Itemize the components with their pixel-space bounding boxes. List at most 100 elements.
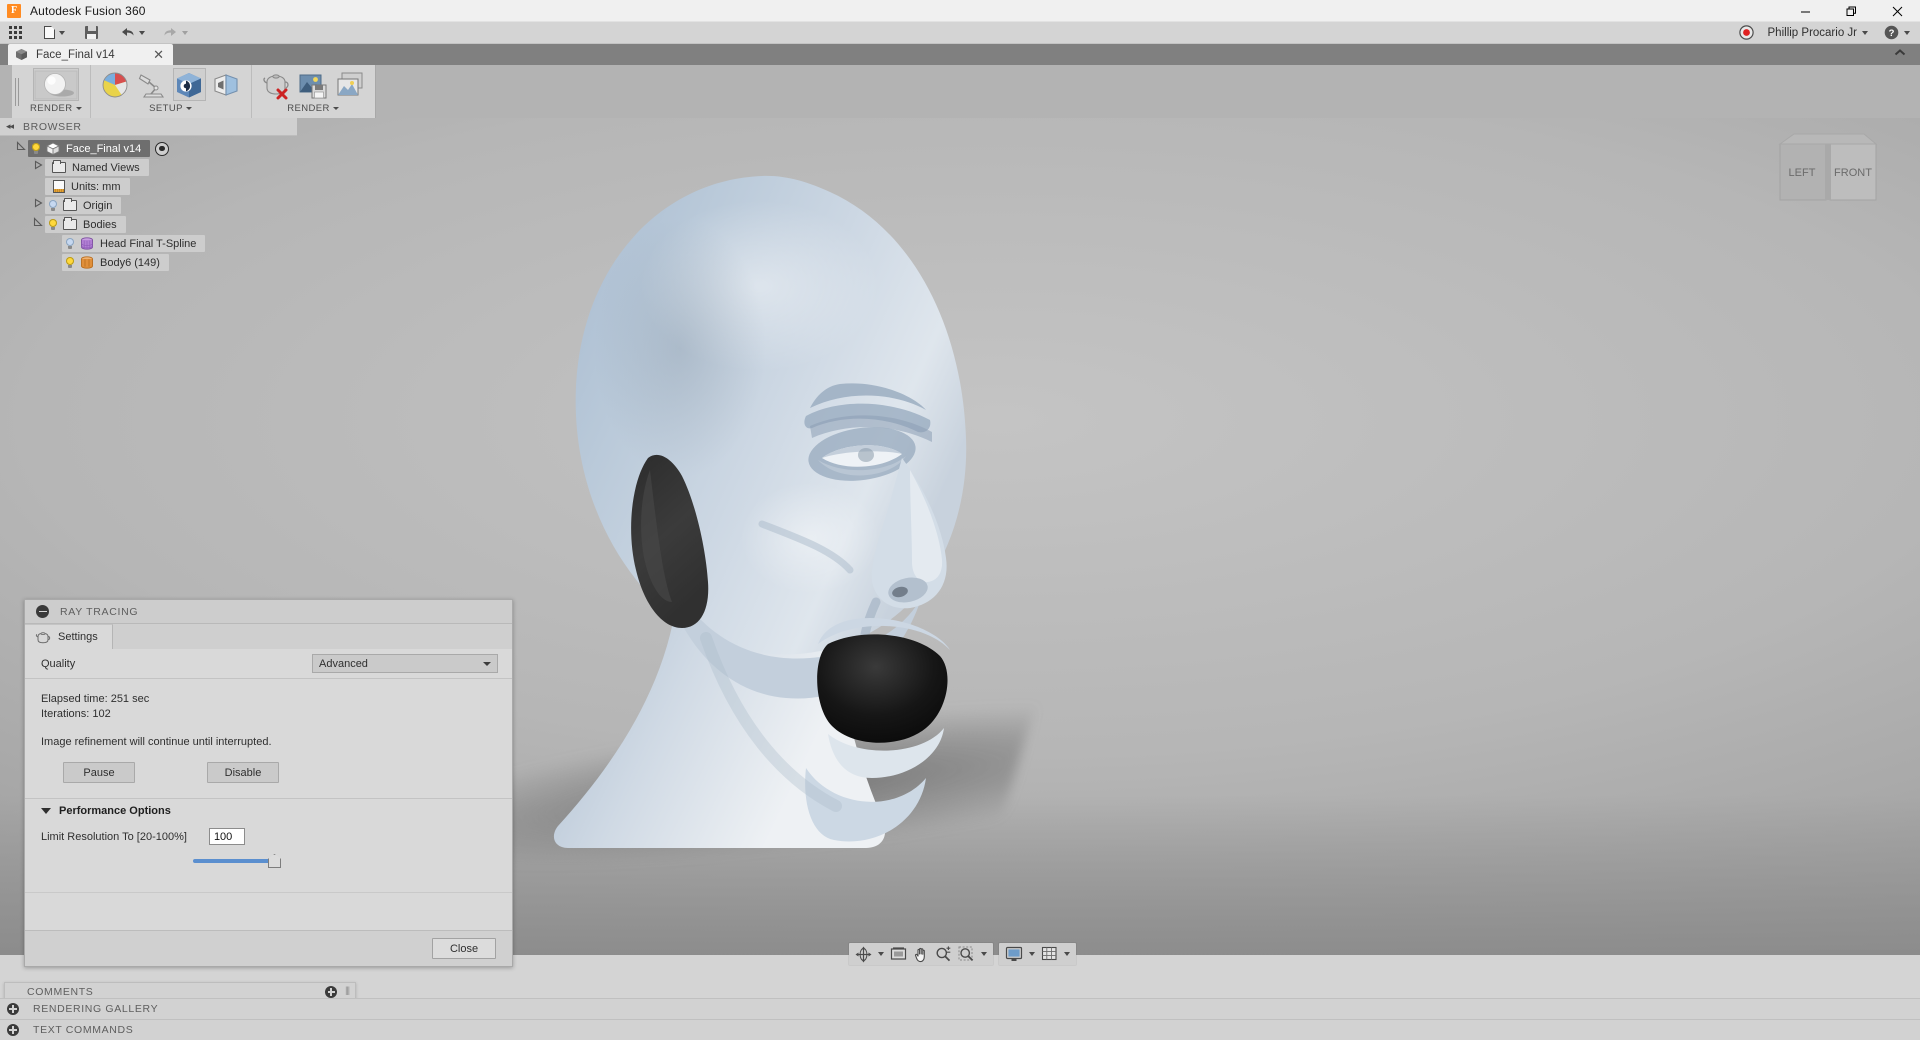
chevron-down-icon (332, 107, 339, 110)
ribbon-panel-label-setup[interactable]: SETUP (149, 103, 192, 114)
orbit-icon (855, 946, 872, 962)
collapse-browser-icon[interactable]: ◂◂ (6, 121, 14, 132)
visibility-bulb-icon[interactable] (45, 216, 60, 233)
redo-arrow-icon (163, 26, 178, 39)
chevron-down-icon (41, 807, 51, 814)
render-appearance-preview-button[interactable] (32, 68, 79, 101)
browser-tree-row[interactable]: Units: mm (45, 178, 130, 195)
display-settings-button[interactable] (1002, 944, 1038, 964)
browser-tree-label: Face_Final v14 (66, 142, 142, 155)
browser-tree-row[interactable]: Body6 (149) (62, 254, 169, 271)
browser-tree-row[interactable]: Head Final T-Spline (62, 235, 206, 252)
solid-body-icon (80, 256, 94, 269)
ribbon-panel-label-render-preview[interactable]: RENDER (30, 103, 82, 114)
visibility-bulb-icon[interactable] (62, 235, 77, 252)
view-cube-geometry: LEFT FRONT (1778, 133, 1878, 201)
dialog-spacer (25, 892, 512, 930)
ribbon-toolbar: RENDER SETUP RENDER (0, 65, 1920, 118)
look-at-button[interactable] (887, 944, 910, 964)
visibility-bulb-icon[interactable] (28, 140, 43, 157)
document-tab[interactable]: Face_Final v14 ✕ (8, 44, 173, 65)
browser-node-named-views[interactable]: Named Views (0, 158, 300, 177)
save-button[interactable] (80, 22, 103, 44)
browser-tree-row[interactable]: Bodies (45, 216, 126, 233)
tspline-body-icon (80, 237, 94, 250)
view-cube[interactable]: LEFT FRONT (1768, 128, 1888, 218)
scene-settings-button[interactable] (136, 68, 169, 101)
chevron-down-icon[interactable] (1862, 30, 1868, 35)
render-gallery-button[interactable] (334, 68, 367, 101)
fit-button[interactable] (955, 944, 990, 964)
record-dot-icon[interactable] (1738, 25, 1754, 40)
rendered-head-model[interactable] (510, 158, 1040, 898)
browser-tree-row[interactable]: Face_Final v14 (28, 140, 151, 157)
close-button[interactable] (1874, 0, 1920, 22)
file-menu-button[interactable] (39, 22, 70, 44)
image-gallery-icon (337, 72, 363, 95)
collapse-arrow-icon[interactable] (31, 196, 45, 215)
undo-button[interactable] (115, 22, 150, 44)
app-grid-button[interactable] (0, 22, 27, 44)
minus-circle-icon[interactable] (36, 605, 49, 618)
limit-resolution-input[interactable]: 100 (208, 828, 245, 845)
ribbon-panel-label-render[interactable]: RENDER (287, 103, 339, 114)
restore-button[interactable] (1828, 0, 1874, 22)
redo-button[interactable] (158, 22, 193, 44)
texture-map-controls-button[interactable] (210, 68, 243, 101)
plus-circle-icon[interactable] (7, 1003, 19, 1015)
fusion360-window: F Autodesk Fusion 360 Phillip Procario J… (0, 0, 1920, 1040)
activate-component-icon[interactable] (155, 141, 170, 156)
window-controls (1782, 0, 1920, 22)
disable-button[interactable]: Disable (207, 762, 279, 783)
limit-resolution-slider[interactable] (193, 854, 283, 868)
dialog-tab-bar: Settings (25, 624, 512, 649)
folder-icon (52, 160, 66, 173)
browser-node-document[interactable]: Face_Final v14 (0, 139, 300, 158)
plus-circle-icon[interactable] (325, 986, 338, 998)
slider-thumb[interactable] (268, 854, 281, 868)
chevron-down-icon[interactable] (1904, 30, 1910, 35)
browser-node-bodies[interactable]: Bodies (0, 215, 300, 234)
visibility-bulb-icon[interactable] (62, 254, 77, 271)
in-canvas-render-button[interactable] (260, 68, 293, 101)
expand-arrow-icon[interactable] (31, 215, 45, 234)
chevron-down-icon (139, 30, 145, 35)
browser-node-origin[interactable]: Origin (0, 196, 300, 215)
pause-button[interactable]: Pause (63, 762, 135, 783)
resize-grip-icon[interactable]: ⦀ (345, 986, 350, 999)
user-name-label[interactable]: Phillip Procario Jr (1768, 27, 1857, 39)
render-button[interactable] (297, 68, 330, 101)
minimize-button[interactable] (1782, 0, 1828, 22)
browser-node-units[interactable]: Units: mm (0, 177, 300, 196)
browser-node-head-final-tspline[interactable]: Head Final T-Spline (0, 234, 300, 253)
collapse-ribbon-button[interactable] (1892, 47, 1908, 62)
performance-options-header[interactable]: Performance Options (25, 798, 512, 822)
quality-select-value: Advanced (319, 657, 368, 670)
browser-title: BROWSER (23, 120, 82, 133)
browser-tree-row[interactable]: Named Views (45, 159, 149, 176)
chevron-down-icon (59, 30, 65, 35)
expand-arrow-icon[interactable] (14, 139, 28, 158)
rendering-gallery-panel[interactable]: RENDERING GALLERY (0, 998, 1920, 1019)
quality-select[interactable]: Advanced (312, 654, 498, 673)
browser-tree-row[interactable]: Origin (45, 197, 122, 214)
appearance-button[interactable] (99, 68, 132, 101)
browser-tree-label: Body6 (149) (100, 256, 160, 269)
performance-options-label: Performance Options (59, 804, 171, 817)
collapse-arrow-icon[interactable] (31, 158, 45, 177)
ribbon-drag-handle[interactable] (12, 65, 22, 118)
visibility-bulb-icon[interactable] (45, 197, 60, 214)
orbit-button[interactable] (852, 944, 887, 964)
text-commands-panel[interactable]: TEXT COMMANDS (0, 1019, 1920, 1040)
close-icon[interactable]: ✕ (153, 48, 164, 61)
plus-circle-icon[interactable] (7, 1024, 19, 1036)
zoom-button[interactable] (932, 944, 955, 964)
ribbon-panel-render-preview: RENDER (22, 65, 91, 118)
browser-node-body6[interactable]: Body6 (149) (0, 253, 300, 272)
decal-button[interactable] (172, 68, 206, 101)
pan-button[interactable] (910, 944, 932, 964)
help-icon[interactable]: ? (1884, 25, 1899, 40)
close-button[interactable]: Close (432, 938, 496, 959)
grid-snaps-button[interactable] (1038, 944, 1073, 964)
tab-settings[interactable]: Settings (25, 624, 113, 649)
